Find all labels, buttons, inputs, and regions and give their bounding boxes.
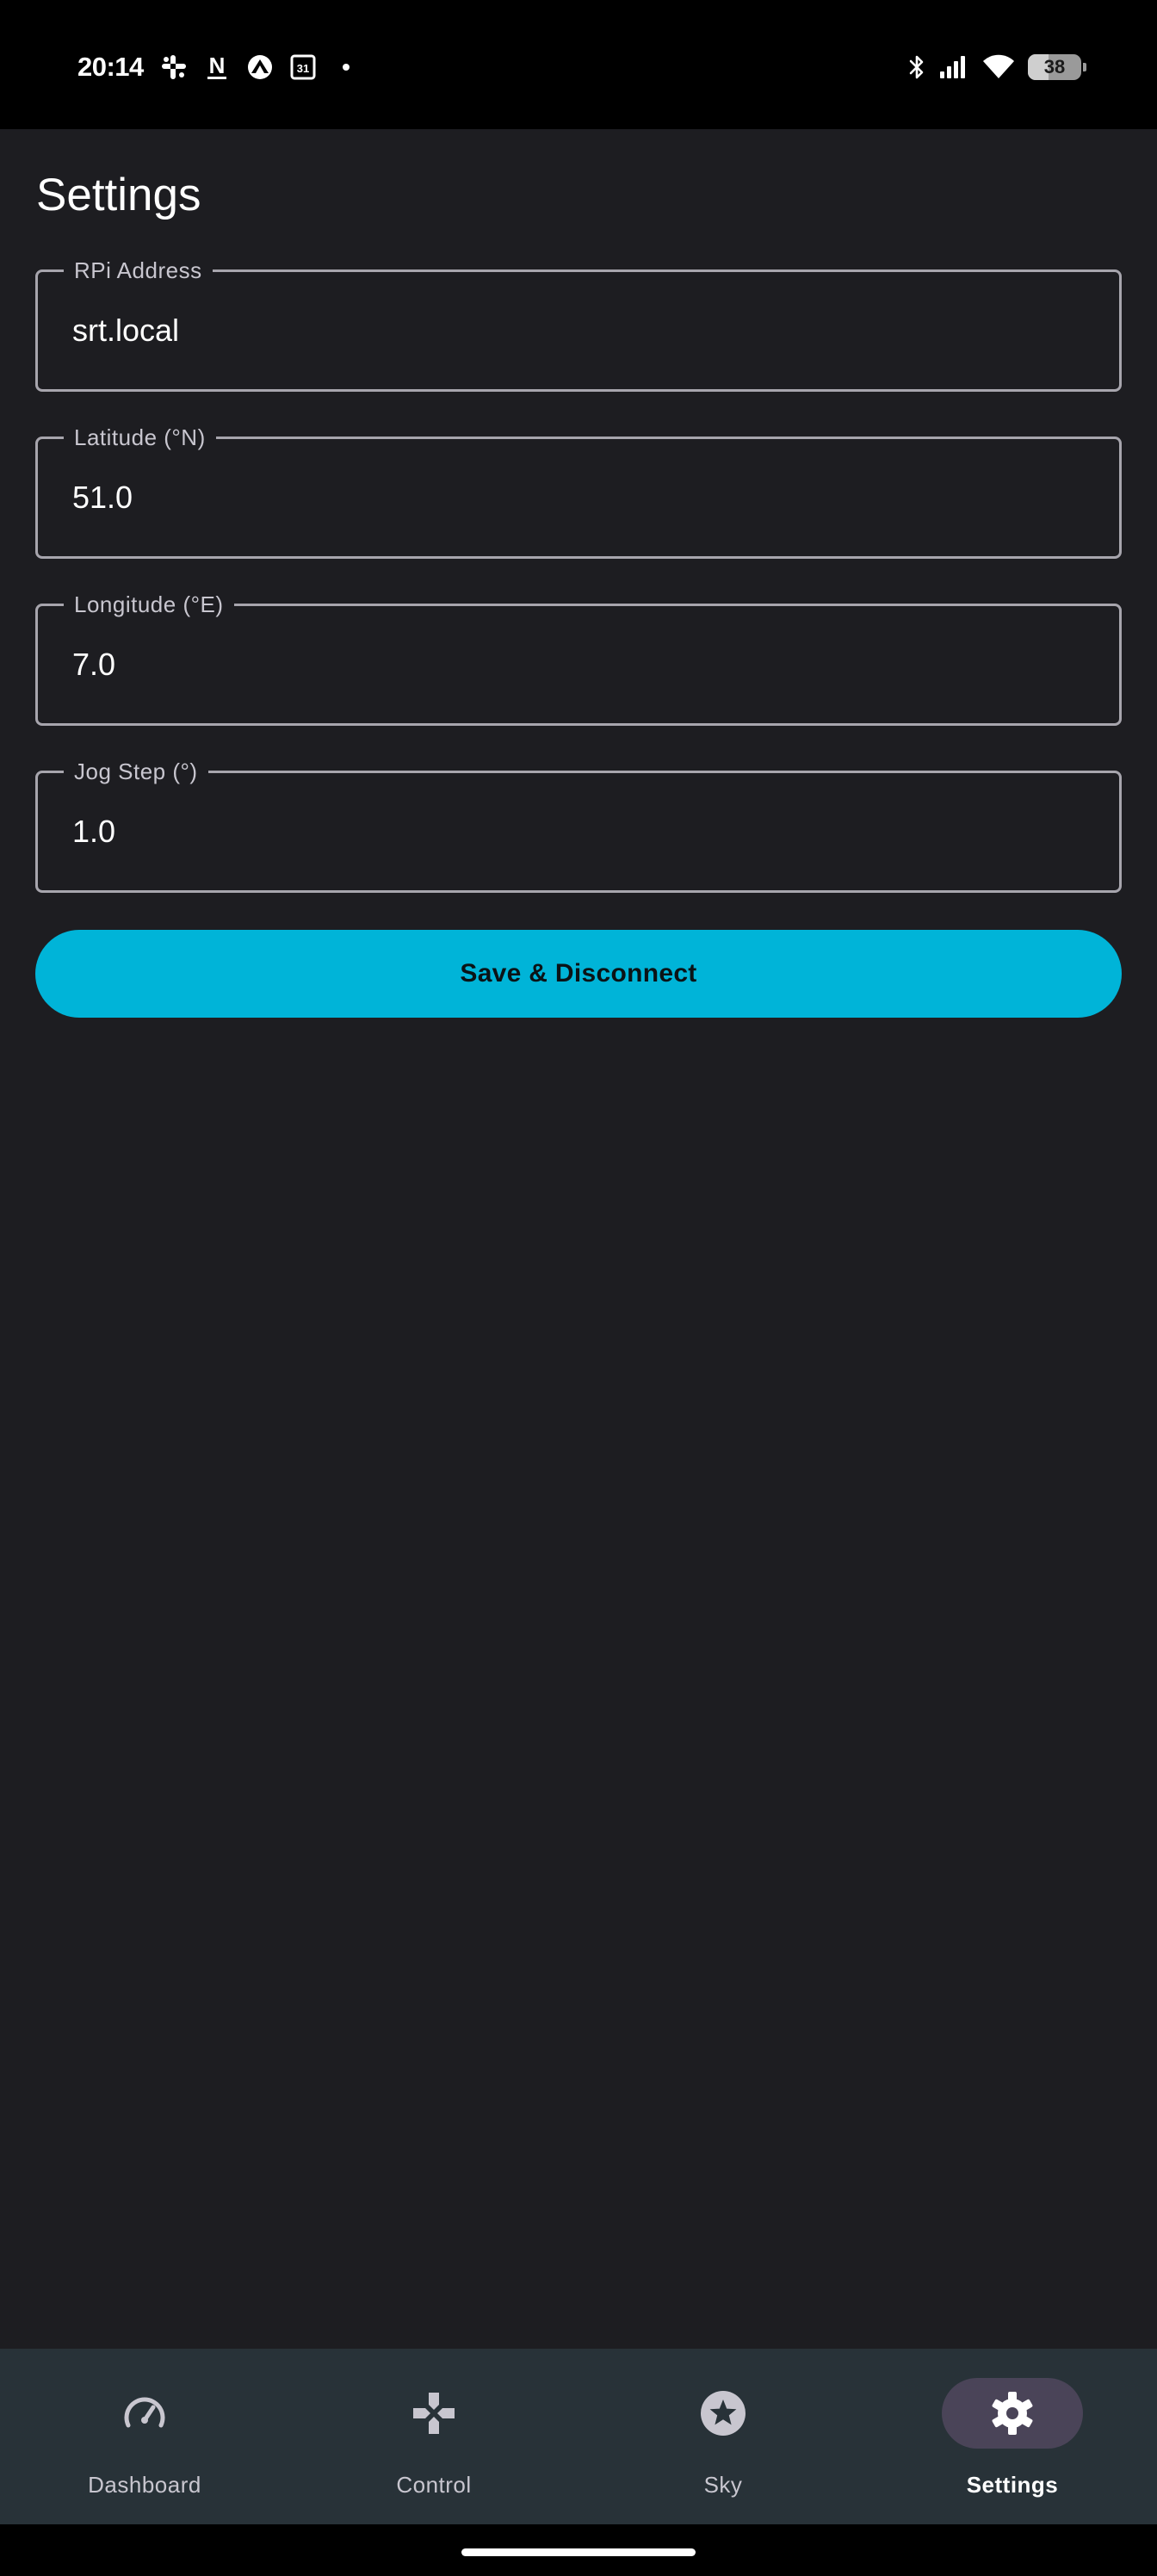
nav-label: Dashboard <box>88 2472 201 2498</box>
jog-step-field[interactable]: Jog Step (°) 1.0 <box>35 758 1122 893</box>
save-disconnect-button[interactable]: Save & Disconnect <box>35 930 1122 1018</box>
rpi-address-field[interactable]: RPi Address srt.local <box>35 257 1122 392</box>
speedometer-icon <box>121 2389 169 2437</box>
notion-icon: N <box>201 52 232 83</box>
battery-icon: 38 <box>1028 54 1086 80</box>
system-icons: 38 <box>907 48 1086 86</box>
gesture-area <box>0 2524 1157 2576</box>
slack-icon <box>158 52 189 83</box>
gamepad-icon <box>410 2389 458 2437</box>
cloud-app-icon <box>244 52 275 83</box>
longitude-input[interactable]: 7.0 <box>72 606 115 723</box>
wifi-icon <box>981 54 1016 80</box>
nav-item-sky[interactable]: Sky <box>578 2349 868 2524</box>
jog-step-input[interactable]: 1.0 <box>72 773 115 890</box>
rpi-address-input[interactable]: srt.local <box>72 272 179 389</box>
nav-label: Sky <box>703 2472 743 2498</box>
longitude-field[interactable]: Longitude (°E) 7.0 <box>35 591 1122 726</box>
calendar-icon: 31 <box>288 52 319 83</box>
nav-item-control[interactable]: Control <box>289 2349 578 2524</box>
nav-item-settings[interactable]: Settings <box>868 2349 1157 2524</box>
gesture-handle[interactable] <box>461 2548 696 2556</box>
nav-label: Settings <box>966 2472 1059 2498</box>
gear-icon <box>988 2389 1036 2437</box>
battery-percent: 38 <box>1043 56 1066 77</box>
bottom-navigation: Dashboard Control Sky Settings <box>0 2349 1157 2524</box>
signal-icon <box>938 54 969 80</box>
more-notifications-dot <box>341 62 351 72</box>
page-title: Settings <box>36 170 201 220</box>
settings-screen: Settings RPi Address srt.local Latitude … <box>0 129 1157 2349</box>
latitude-field[interactable]: Latitude (°N) 51.0 <box>35 424 1122 559</box>
notification-icons: N 31 <box>158 50 351 84</box>
star-icon <box>699 2389 747 2437</box>
calendar-day: 31 <box>297 62 309 75</box>
nav-item-dashboard[interactable]: Dashboard <box>0 2349 289 2524</box>
nav-label: Control <box>396 2472 472 2498</box>
bluetooth-icon <box>907 54 926 80</box>
status-time: 20:14 <box>77 52 144 82</box>
latitude-input[interactable]: 51.0 <box>72 439 133 556</box>
status-bar: 20:14 N 31 38 <box>0 0 1157 129</box>
notion-letter: N <box>209 53 226 78</box>
